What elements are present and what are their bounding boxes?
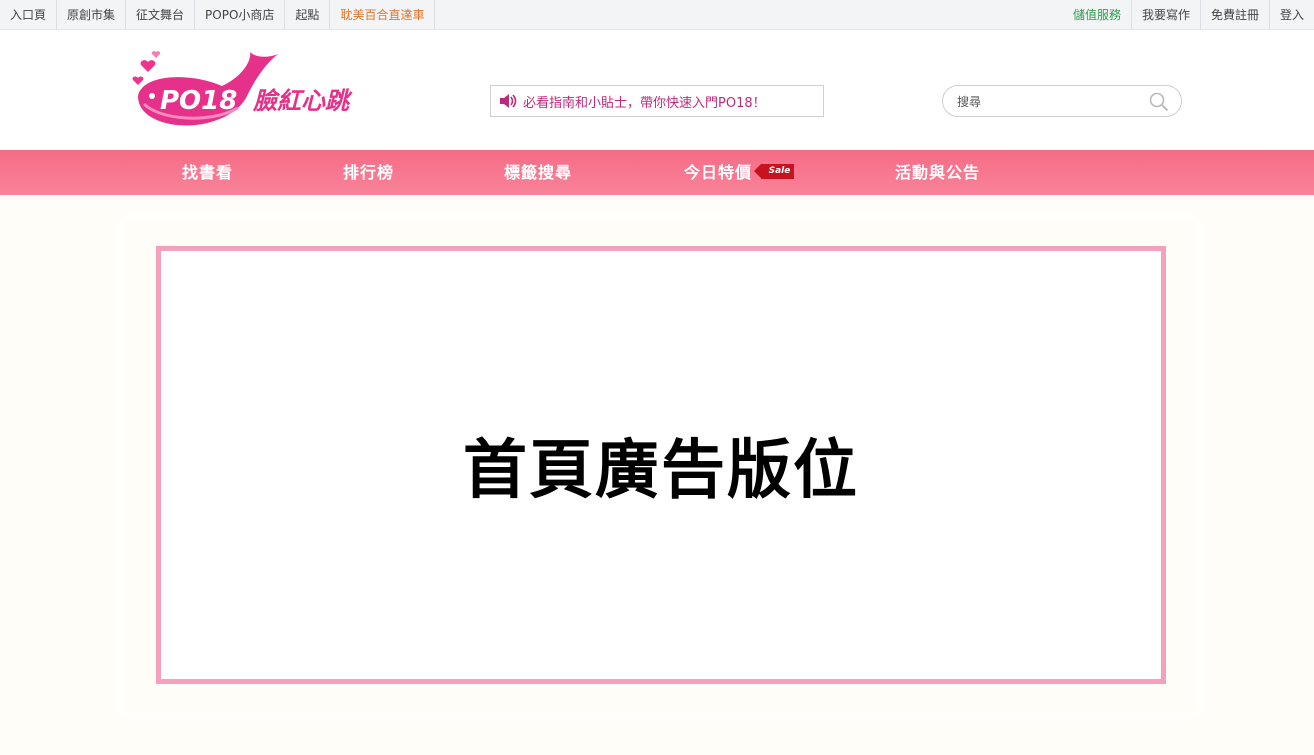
link-login[interactable]: 登入 bbox=[1268, 0, 1314, 30]
search-input[interactable] bbox=[957, 92, 1147, 112]
link-original-market[interactable]: 原創市集 bbox=[57, 0, 127, 30]
link-popo-shop[interactable]: POPO小商店 bbox=[195, 0, 286, 30]
link-register[interactable]: 免費註冊 bbox=[1199, 0, 1269, 30]
guide-notice-text: 必看指南和小貼士，帶你快速入門PO18！ bbox=[523, 95, 766, 111]
site-logo[interactable]: PO18 臉紅心跳 bbox=[130, 48, 355, 130]
sale-badge: Sale bbox=[753, 164, 795, 179]
svg-text:臉紅心跳: 臉紅心跳 bbox=[252, 87, 353, 115]
site-header: PO18 臉紅心跳 必看指南和小貼士，帶你快速入門PO18！ bbox=[0, 30, 1314, 150]
homepage-ad-banner[interactable]: 首頁廣告版位 bbox=[156, 246, 1166, 684]
nav-events-news[interactable]: 活動與公告 bbox=[895, 150, 980, 195]
top-links-left: 入口頁 原創市集 征文舞台 POPO小商店 起點 耽美百合直達車 bbox=[0, 0, 436, 30]
nav-tag-search[interactable]: 標籤搜尋 bbox=[504, 150, 572, 195]
link-topup[interactable]: 儲值服務 bbox=[1063, 0, 1131, 30]
top-utility-bar: 入口頁 原創市集 征文舞台 POPO小商店 起點 耽美百合直達車 儲值服務 我要… bbox=[0, 0, 1314, 30]
speaker-icon bbox=[500, 94, 517, 108]
search-icon[interactable] bbox=[1149, 92, 1169, 112]
link-qidian[interactable]: 起點 bbox=[285, 0, 331, 30]
main-nav: 找書看 排行榜 標籤搜尋 今日特價 Sale 活動與公告 bbox=[0, 150, 1314, 195]
nav-today-sale[interactable]: 今日特價 Sale bbox=[684, 150, 795, 195]
guide-notice[interactable]: 必看指南和小貼士，帶你快速入門PO18！ bbox=[490, 85, 824, 117]
nav-rankings[interactable]: 排行榜 bbox=[343, 150, 394, 195]
nav-today-sale-label: 今日特價 bbox=[684, 163, 753, 182]
link-entrance[interactable]: 入口頁 bbox=[0, 0, 58, 30]
ad-placeholder-text: 首頁廣告版位 bbox=[463, 433, 859, 508]
nav-find-books[interactable]: 找書看 bbox=[182, 150, 233, 195]
link-contest-stage[interactable]: 征文舞台 bbox=[126, 0, 196, 30]
top-links-right: 儲值服務 我要寫作 免費註冊 登入 bbox=[1063, 0, 1314, 30]
search-box bbox=[942, 85, 1182, 117]
whale-logo-icon: PO18 臉紅心跳 bbox=[132, 51, 353, 126]
link-write[interactable]: 我要寫作 bbox=[1130, 0, 1200, 30]
svg-text:PO18: PO18 bbox=[160, 86, 237, 116]
link-bl-gl-express[interactable]: 耽美百合直達車 bbox=[330, 0, 436, 30]
